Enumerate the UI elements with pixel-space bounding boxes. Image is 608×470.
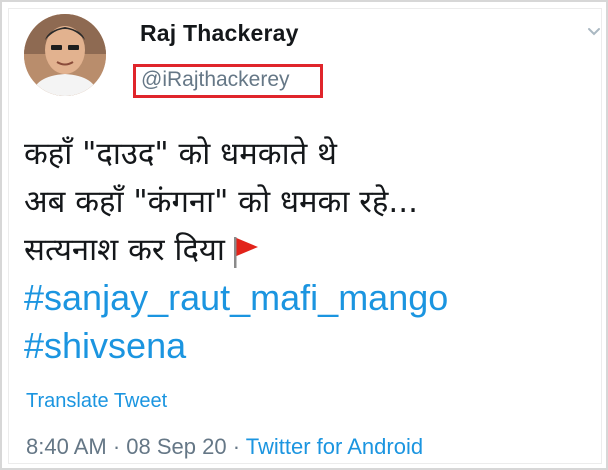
tweet-line: सत्यनाश कर दिया [24, 226, 448, 274]
hashtag-link[interactable]: #shivsena [24, 322, 448, 370]
user-handle[interactable]: @iRajthackerey [141, 68, 290, 92]
tweet-line: कहाँ "दाउद" को धमकाते थे [24, 136, 337, 172]
tweet-meta: 8:40 AM · 08 Sep 20 · Twitter for Androi… [26, 434, 423, 460]
tweet-text: कहाँ "दाउद" को धमकाते थे अब कहाँ "कंगना"… [24, 130, 448, 370]
translate-tweet-link[interactable]: Translate Tweet [26, 390, 167, 413]
tweet-line-text: सत्यनाश कर दिया [24, 232, 225, 268]
tweet-time[interactable]: 8:40 AM [26, 434, 107, 459]
avatar[interactable] [24, 14, 106, 96]
avatar-image [24, 14, 106, 96]
screenshot-frame: Raj Thackeray @iRajthackerey कहाँ "दाउद"… [0, 0, 608, 470]
display-name[interactable]: Raj Thackeray [140, 20, 299, 47]
tweet-line: अब कहाँ "कंगना" को धमका रहे... [24, 184, 418, 220]
chevron-down-icon[interactable] [586, 24, 602, 40]
meta-separator: · [232, 434, 241, 459]
tweet-source-link[interactable]: Twitter for Android [246, 434, 423, 459]
meta-separator: · [112, 434, 121, 459]
tweet-date[interactable]: 08 Sep 20 [126, 434, 226, 459]
hashtag-link[interactable]: #sanjay_raut_mafi_mango [24, 274, 448, 322]
flag-icon [233, 236, 258, 268]
